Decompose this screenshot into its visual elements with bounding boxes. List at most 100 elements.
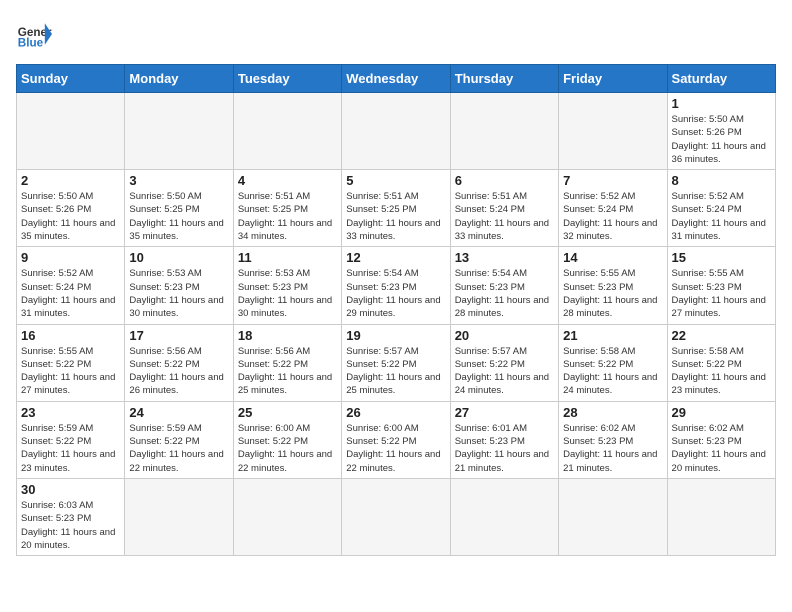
calendar-cell: 6 Sunrise: 5:51 AMSunset: 5:24 PMDaylight… — [450, 170, 558, 247]
day-info: Sunrise: 5:54 AMSunset: 5:23 PMDaylight:… — [455, 267, 554, 320]
day-number: 4 — [238, 173, 337, 188]
day-info: Sunrise: 5:58 AMSunset: 5:22 PMDaylight:… — [672, 345, 771, 398]
day-info: Sunrise: 6:03 AMSunset: 5:23 PMDaylight:… — [21, 499, 120, 552]
day-info: Sunrise: 5:57 AMSunset: 5:22 PMDaylight:… — [346, 345, 445, 398]
day-info: Sunrise: 5:57 AMSunset: 5:22 PMDaylight:… — [455, 345, 554, 398]
calendar-table: SundayMondayTuesdayWednesdayThursdayFrid… — [16, 64, 776, 556]
calendar-cell: 25 Sunrise: 6:00 AMSunset: 5:22 PMDayligh… — [233, 401, 341, 478]
day-number: 22 — [672, 328, 771, 343]
calendar-cell: 3 Sunrise: 5:50 AMSunset: 5:25 PMDaylight… — [125, 170, 233, 247]
calendar-cell: 20 Sunrise: 5:57 AMSunset: 5:22 PMDayligh… — [450, 324, 558, 401]
calendar-cell — [125, 478, 233, 555]
day-info: Sunrise: 5:55 AMSunset: 5:22 PMDaylight:… — [21, 345, 120, 398]
day-info: Sunrise: 5:55 AMSunset: 5:23 PMDaylight:… — [563, 267, 662, 320]
calendar-week-3: 9Sunrise: 5:52 AMSunset: 5:24 PMDaylight… — [17, 247, 776, 324]
day-number: 6 — [455, 173, 554, 188]
calendar-cell — [342, 93, 450, 170]
calendar-cell: 5 Sunrise: 5:51 AMSunset: 5:25 PMDaylight… — [342, 170, 450, 247]
day-info: Sunrise: 5:50 AMSunset: 5:26 PMDaylight:… — [21, 190, 120, 243]
calendar-cell — [233, 93, 341, 170]
calendar-cell — [559, 478, 667, 555]
calendar-cell — [559, 93, 667, 170]
calendar-cell: 12 Sunrise: 5:54 AMSunset: 5:23 PMDayligh… — [342, 247, 450, 324]
day-info: Sunrise: 5:52 AMSunset: 5:24 PMDaylight:… — [563, 190, 662, 243]
day-number: 5 — [346, 173, 445, 188]
day-number: 1 — [672, 96, 771, 111]
day-number: 7 — [563, 173, 662, 188]
calendar-cell: 18Sunrise: 5:56 AMSunset: 5:22 PMDayligh… — [233, 324, 341, 401]
day-number: 8 — [672, 173, 771, 188]
calendar-week-6: 30 Sunrise: 6:03 AMSunset: 5:23 PMDayligh… — [17, 478, 776, 555]
calendar-week-2: 2Sunrise: 5:50 AMSunset: 5:26 PMDaylight… — [17, 170, 776, 247]
page-header: General Blue — [16, 16, 776, 52]
logo: General Blue — [16, 16, 52, 52]
day-number: 15 — [672, 250, 771, 265]
day-number: 20 — [455, 328, 554, 343]
day-info: Sunrise: 5:51 AMSunset: 5:25 PMDaylight:… — [346, 190, 445, 243]
svg-text:Blue: Blue — [18, 37, 44, 50]
day-number: 26 — [346, 405, 445, 420]
calendar-cell: 19 Sunrise: 5:57 AMSunset: 5:22 PMDayligh… — [342, 324, 450, 401]
calendar-cell: 8 Sunrise: 5:52 AMSunset: 5:24 PMDaylight… — [667, 170, 775, 247]
day-number: 21 — [563, 328, 662, 343]
day-info: Sunrise: 5:58 AMSunset: 5:22 PMDaylight:… — [563, 345, 662, 398]
calendar-cell: 16 Sunrise: 5:55 AMSunset: 5:22 PMDayligh… — [17, 324, 125, 401]
day-info: Sunrise: 5:50 AMSunset: 5:26 PMDaylight:… — [672, 113, 771, 166]
weekday-saturday: Saturday — [667, 65, 775, 93]
calendar-cell — [450, 478, 558, 555]
calendar-cell: 2Sunrise: 5:50 AMSunset: 5:26 PMDaylight… — [17, 170, 125, 247]
calendar-cell: 29Sunrise: 6:02 AMSunset: 5:23 PMDayligh… — [667, 401, 775, 478]
weekday-friday: Friday — [559, 65, 667, 93]
day-number: 12 — [346, 250, 445, 265]
calendar-week-5: 23 Sunrise: 5:59 AMSunset: 5:22 PMDayligh… — [17, 401, 776, 478]
calendar-cell — [342, 478, 450, 555]
day-info: Sunrise: 5:51 AMSunset: 5:25 PMDaylight:… — [238, 190, 337, 243]
calendar-cell — [17, 93, 125, 170]
day-number: 28 — [563, 405, 662, 420]
day-info: Sunrise: 6:02 AMSunset: 5:23 PMDaylight:… — [563, 422, 662, 475]
day-number: 30 — [21, 482, 120, 497]
day-info: Sunrise: 5:59 AMSunset: 5:22 PMDaylight:… — [129, 422, 228, 475]
day-number: 23 — [21, 405, 120, 420]
day-number: 13 — [455, 250, 554, 265]
calendar-cell: 17Sunrise: 5:56 AMSunset: 5:22 PMDayligh… — [125, 324, 233, 401]
day-number: 10 — [129, 250, 228, 265]
calendar-cell — [233, 478, 341, 555]
calendar-cell — [450, 93, 558, 170]
weekday-monday: Monday — [125, 65, 233, 93]
calendar-cell: 27Sunrise: 6:01 AMSunset: 5:23 PMDayligh… — [450, 401, 558, 478]
day-info: Sunrise: 5:54 AMSunset: 5:23 PMDaylight:… — [346, 267, 445, 320]
weekday-thursday: Thursday — [450, 65, 558, 93]
weekday-header-row: SundayMondayTuesdayWednesdayThursdayFrid… — [17, 65, 776, 93]
weekday-wednesday: Wednesday — [342, 65, 450, 93]
calendar-cell: 28 Sunrise: 6:02 AMSunset: 5:23 PMDayligh… — [559, 401, 667, 478]
day-info: Sunrise: 6:00 AMSunset: 5:22 PMDaylight:… — [238, 422, 337, 475]
calendar-body: 1 Sunrise: 5:50 AMSunset: 5:26 PMDaylight… — [17, 93, 776, 556]
logo-icon: General Blue — [16, 16, 52, 52]
day-number: 29 — [672, 405, 771, 420]
day-info: Sunrise: 5:59 AMSunset: 5:22 PMDaylight:… — [21, 422, 120, 475]
calendar-cell: 15 Sunrise: 5:55 AMSunset: 5:23 PMDayligh… — [667, 247, 775, 324]
day-number: 25 — [238, 405, 337, 420]
day-number: 27 — [455, 405, 554, 420]
weekday-tuesday: Tuesday — [233, 65, 341, 93]
day-info: Sunrise: 5:53 AMSunset: 5:23 PMDaylight:… — [238, 267, 337, 320]
day-number: 19 — [346, 328, 445, 343]
calendar-cell: 30 Sunrise: 6:03 AMSunset: 5:23 PMDayligh… — [17, 478, 125, 555]
weekday-sunday: Sunday — [17, 65, 125, 93]
day-info: Sunrise: 5:52 AMSunset: 5:24 PMDaylight:… — [672, 190, 771, 243]
day-number: 18 — [238, 328, 337, 343]
day-info: Sunrise: 5:55 AMSunset: 5:23 PMDaylight:… — [672, 267, 771, 320]
calendar-cell: 21 Sunrise: 5:58 AMSunset: 5:22 PMDayligh… — [559, 324, 667, 401]
day-number: 3 — [129, 173, 228, 188]
calendar-cell: 14Sunrise: 5:55 AMSunset: 5:23 PMDayligh… — [559, 247, 667, 324]
calendar-cell: 11Sunrise: 5:53 AMSunset: 5:23 PMDayligh… — [233, 247, 341, 324]
calendar-cell: 7 Sunrise: 5:52 AMSunset: 5:24 PMDaylight… — [559, 170, 667, 247]
day-number: 16 — [21, 328, 120, 343]
day-number: 9 — [21, 250, 120, 265]
calendar-cell: 1 Sunrise: 5:50 AMSunset: 5:26 PMDaylight… — [667, 93, 775, 170]
day-number: 17 — [129, 328, 228, 343]
day-info: Sunrise: 5:50 AMSunset: 5:25 PMDaylight:… — [129, 190, 228, 243]
calendar-cell: 22 Sunrise: 5:58 AMSunset: 5:22 PMDayligh… — [667, 324, 775, 401]
day-info: Sunrise: 5:51 AMSunset: 5:24 PMDaylight:… — [455, 190, 554, 243]
